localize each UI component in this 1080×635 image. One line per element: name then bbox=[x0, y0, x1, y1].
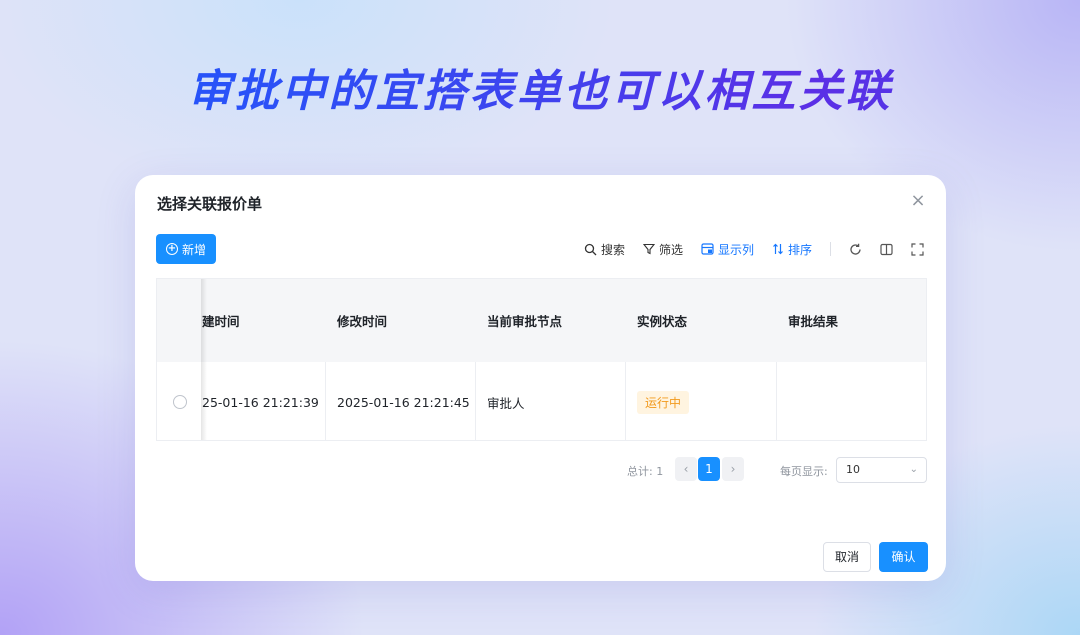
cell-instance-status: 运行中 bbox=[626, 362, 777, 440]
filter-button[interactable]: 筛选 bbox=[642, 241, 683, 258]
prev-page-button[interactable]: ‹ bbox=[675, 457, 697, 481]
sort-icon bbox=[773, 243, 783, 255]
cell-approval-result bbox=[777, 362, 926, 440]
sort-label: 排序 bbox=[787, 242, 812, 257]
cell-created: 25-01-16 21:21:39 bbox=[191, 362, 326, 440]
headline: 审批中的宜搭表单也可以相互关联 bbox=[0, 62, 1080, 122]
search-label: 搜索 bbox=[600, 242, 625, 257]
plus-circle-icon: + bbox=[165, 243, 178, 255]
fixed-column-shadow bbox=[201, 279, 207, 440]
column-header-created: 建时间 bbox=[202, 314, 240, 329]
split-view-icon[interactable] bbox=[880, 243, 893, 256]
per-page-select[interactable]: 10 ⌄ bbox=[836, 457, 927, 483]
records-table: 建时间 修改时间 当前审批节点 实例状态 审批结果 25-01-16 21:21… bbox=[156, 278, 927, 441]
column-header-approval-node: 当前审批节点 bbox=[487, 314, 563, 329]
close-icon[interactable]: × bbox=[908, 191, 928, 211]
add-button[interactable]: + 新增 bbox=[156, 234, 216, 264]
row-select-radio[interactable] bbox=[173, 395, 187, 409]
add-button-label: 新增 bbox=[181, 242, 206, 257]
fullscreen-icon[interactable] bbox=[911, 242, 924, 256]
chevron-down-icon: ⌄ bbox=[909, 464, 918, 475]
toolbar-divider bbox=[830, 242, 831, 256]
page-1-button[interactable]: 1 bbox=[698, 457, 720, 481]
filter-label: 筛选 bbox=[658, 242, 683, 257]
search-button[interactable]: 搜索 bbox=[584, 241, 625, 258]
cell-approval-node: 审批人 bbox=[476, 362, 626, 440]
pagination: 总计: 1 ‹ 1 › 每页显示: 10 ⌄ bbox=[135, 457, 946, 483]
toolbar: 搜索 筛选 显示列 排序 bbox=[584, 239, 924, 259]
per-page-value: 10 bbox=[846, 463, 860, 476]
table-row[interactable]: 25-01-16 21:21:39 2025-01-16 21:21:45 审批… bbox=[157, 362, 926, 440]
column-header-approval-result: 审批结果 bbox=[788, 314, 839, 329]
cancel-button[interactable]: 取消 bbox=[823, 542, 871, 572]
columns-icon bbox=[701, 243, 714, 255]
confirm-button[interactable]: 确认 bbox=[879, 542, 928, 572]
cell-modified: 2025-01-16 21:21:45 bbox=[326, 362, 476, 440]
sort-button[interactable]: 排序 bbox=[772, 241, 812, 258]
dialog-title: 选择关联报价单 bbox=[157, 195, 263, 213]
refresh-icon[interactable] bbox=[849, 243, 862, 256]
next-page-button[interactable]: › bbox=[722, 457, 744, 481]
column-header-instance-status: 实例状态 bbox=[637, 314, 688, 329]
table-header: 建时间 修改时间 当前审批节点 实例状态 审批结果 bbox=[157, 279, 926, 362]
column-header-modified: 修改时间 bbox=[337, 314, 388, 329]
columns-button[interactable]: 显示列 bbox=[701, 241, 754, 258]
filter-icon bbox=[642, 243, 655, 255]
per-page-label: 每页显示: bbox=[780, 465, 828, 478]
status-badge: 运行中 bbox=[637, 390, 690, 414]
search-icon bbox=[584, 243, 597, 255]
columns-label: 显示列 bbox=[717, 242, 754, 257]
total-count: 总计: 1 bbox=[627, 465, 664, 478]
select-quote-dialog: 选择关联报价单 × + 新增 搜索 筛选 显示列 排序 建时间 修改时间 当前审… bbox=[135, 175, 946, 581]
